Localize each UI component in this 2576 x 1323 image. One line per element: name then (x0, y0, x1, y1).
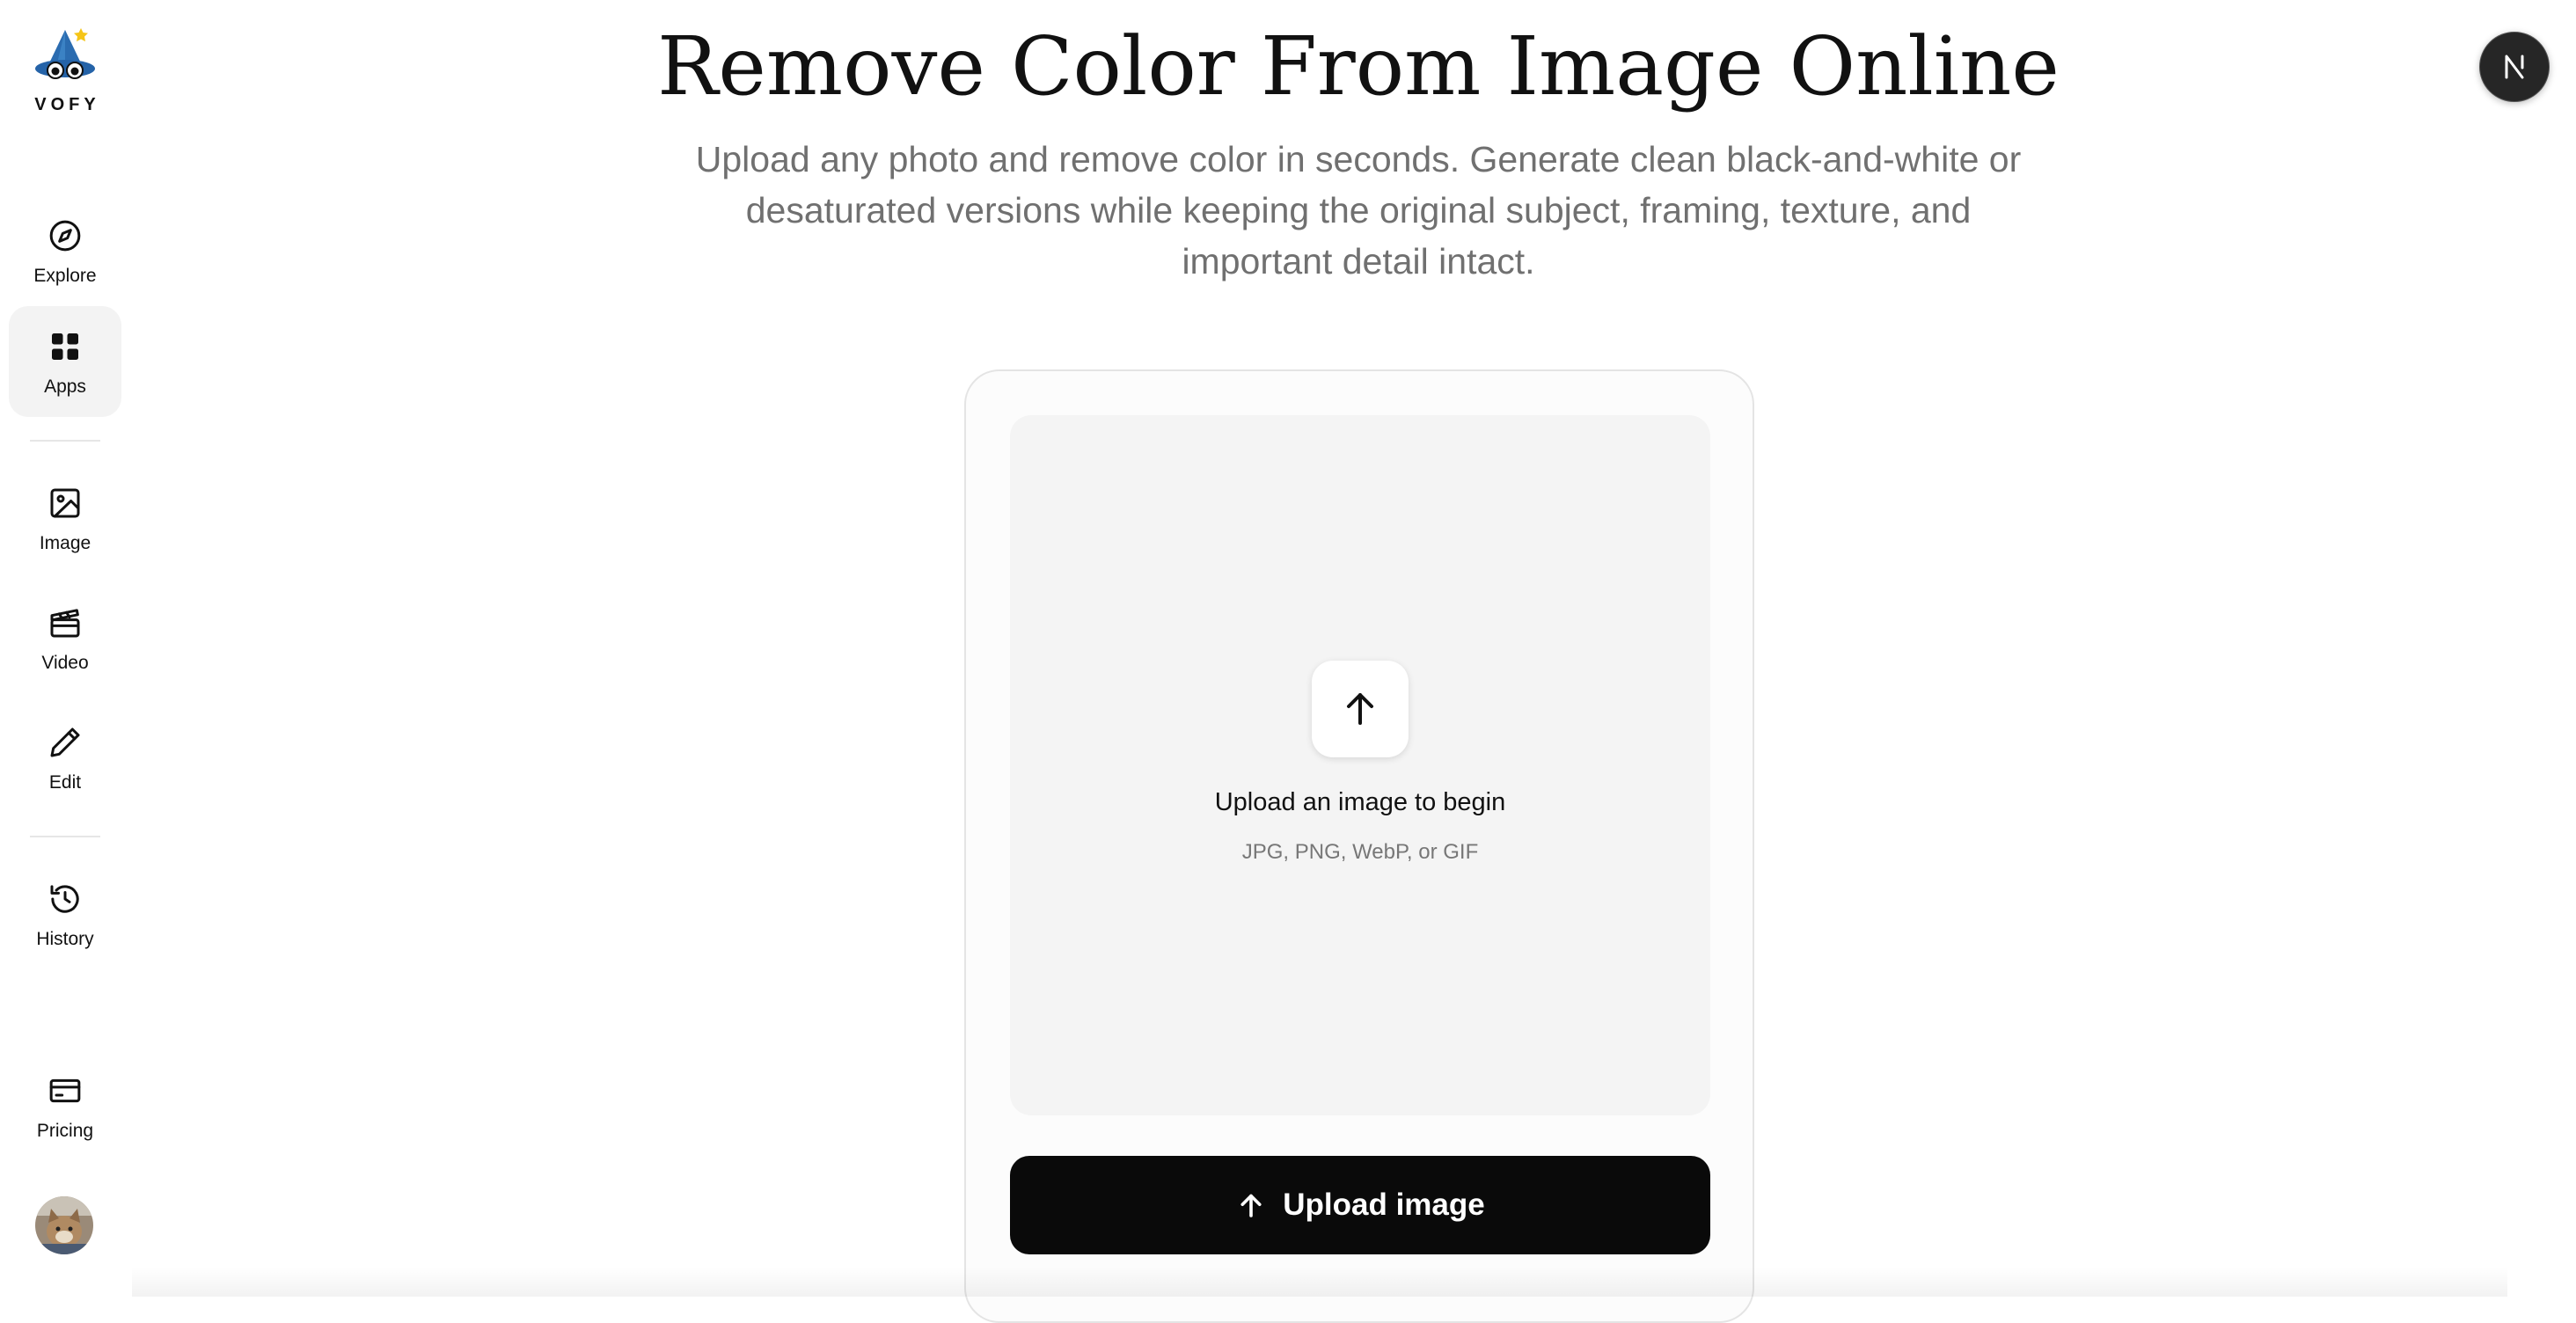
arrow-up-icon (1347, 693, 1373, 725)
upload-button-label: Upload image (1283, 1188, 1485, 1222)
sidebar-item-label: Image (39, 533, 91, 553)
grid-icon (52, 333, 78, 360)
upload-icon-box[interactable] (1312, 661, 1409, 757)
avatar-image (35, 1196, 93, 1254)
sidebar-divider (30, 440, 100, 442)
compass-icon (49, 220, 81, 252)
sidebar-item-history[interactable]: History (9, 859, 121, 969)
sidebar-item-label: Video (41, 653, 89, 673)
sidebar-item-label: Pricing (36, 1121, 94, 1141)
sidebar-item-label: Edit (48, 772, 82, 793)
bottom-fade (132, 1267, 2507, 1297)
sidebar-item-label: Apps (44, 376, 86, 397)
image-icon (50, 488, 80, 518)
pencil-icon (50, 727, 80, 757)
sidebar-item-image[interactable]: Image (9, 463, 121, 574)
dropzone-title: Upload an image to begin (1214, 788, 1506, 816)
sidebar-item-edit[interactable]: Edit (9, 702, 121, 813)
sidebar-item-pricing[interactable]: Pricing (9, 1050, 121, 1161)
history-icon (50, 885, 79, 913)
page-subtitle: Upload any photo and remove color in sec… (695, 139, 2022, 281)
arrow-up-icon (1240, 1194, 1262, 1217)
sidebar-item-label: History (36, 929, 94, 949)
sidebar-item-video[interactable]: Video (9, 582, 121, 693)
dropzone-hint: JPG, PNG, WebP, or GIF (1241, 840, 1479, 864)
sidebar-divider (30, 836, 100, 837)
image-dropzone[interactable]: Upload an image to begin JPG, PNG, WebP,… (1010, 415, 1710, 1115)
user-avatar[interactable] (35, 1196, 93, 1254)
sidebar-item-label: Explore (33, 266, 97, 286)
clapperboard-icon (50, 609, 80, 638)
credit-card-icon (49, 1078, 81, 1103)
n-logo-icon (2505, 55, 2524, 79)
page-title: Remove Color From Image Online (657, 19, 2060, 113)
sidebar-item-apps[interactable]: Apps (9, 306, 121, 417)
upload-card: Upload an image to begin JPG, PNG, WebP,… (964, 369, 1754, 1323)
upload-image-button[interactable]: Upload image (1010, 1156, 1710, 1254)
user-menu-button[interactable] (2479, 32, 2550, 102)
sidebar: VOFY Explore Apps Image Video Edit Histo… (0, 0, 130, 1297)
sidebar-item-explore[interactable]: Explore (9, 195, 121, 306)
